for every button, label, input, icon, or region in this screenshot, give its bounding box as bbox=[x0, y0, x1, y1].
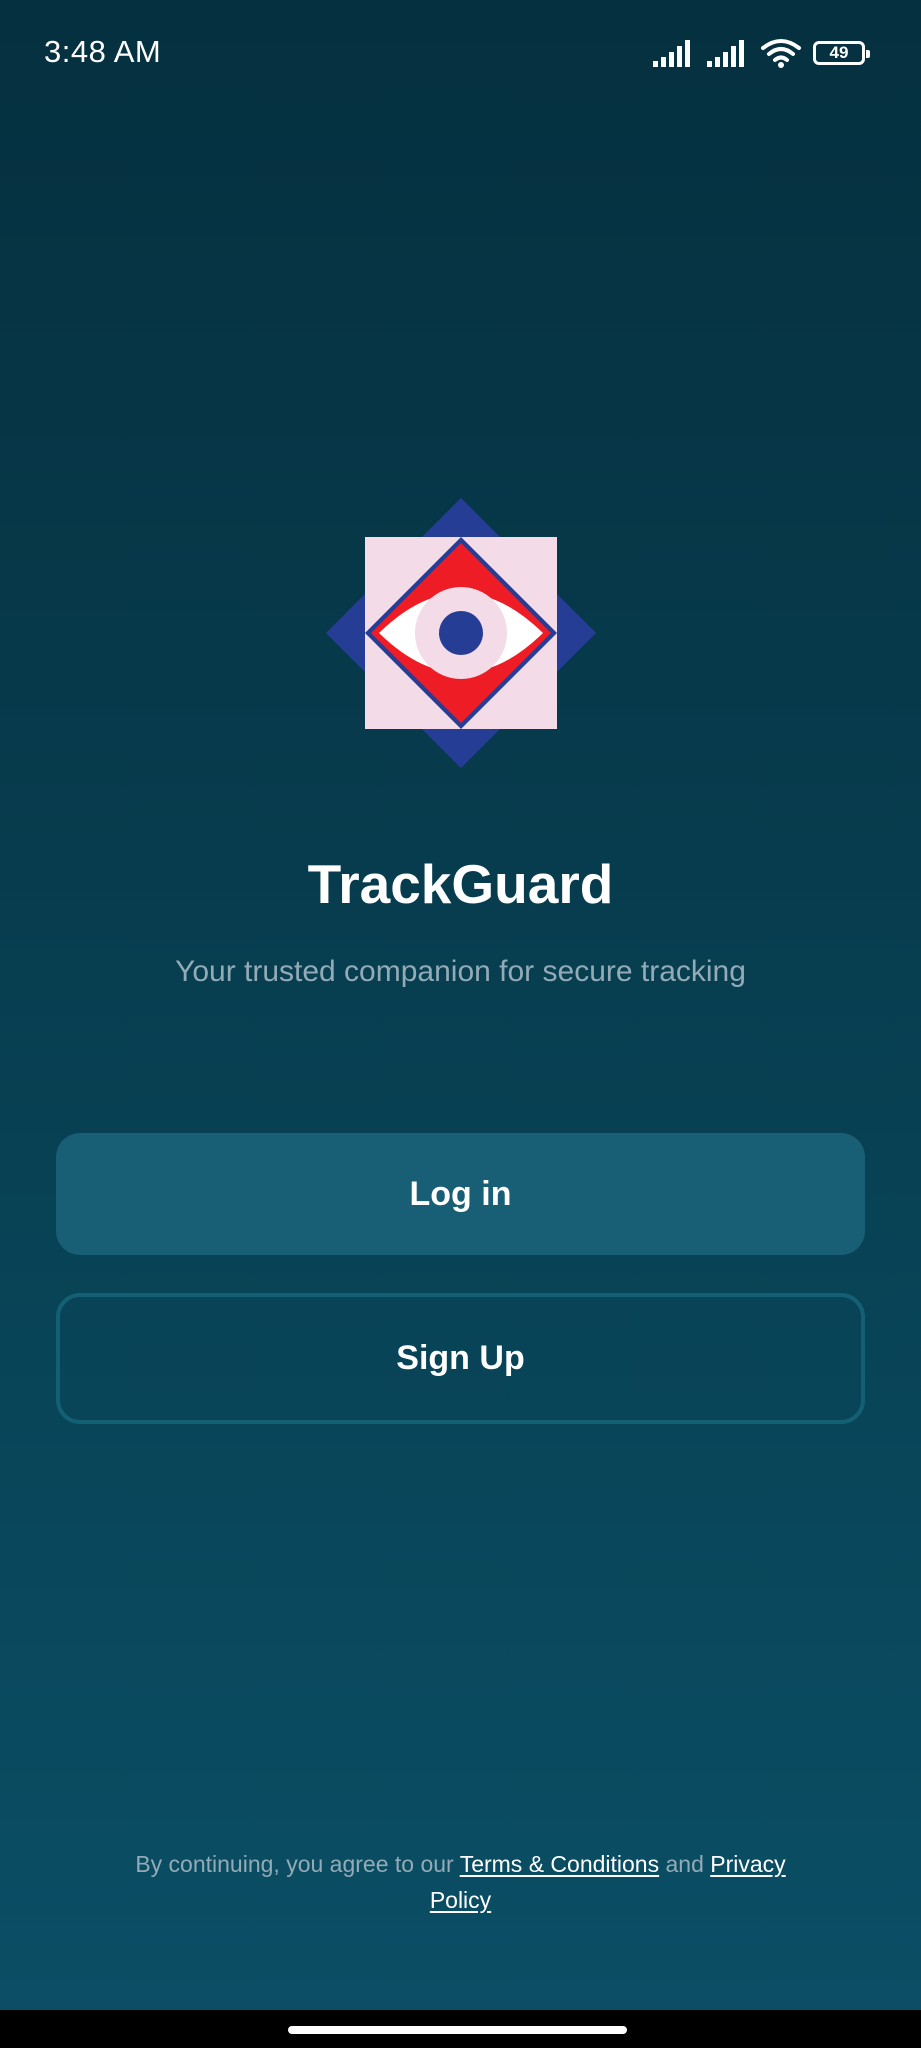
terms-link[interactable]: Terms & Conditions bbox=[460, 1851, 659, 1877]
status-icons: 49 bbox=[653, 36, 870, 70]
home-indicator[interactable] bbox=[288, 2026, 627, 2034]
legal-prefix: By continuing, you agree to our bbox=[135, 1851, 460, 1877]
legal-notice: By continuing, you agree to our Terms & … bbox=[110, 1846, 811, 1918]
status-time: 3:48 AM bbox=[44, 34, 162, 69]
app-tagline: Your trusted companion for secure tracki… bbox=[175, 955, 746, 988]
navigation-bar bbox=[0, 2010, 921, 2048]
signup-button[interactable]: Sign Up bbox=[56, 1293, 865, 1424]
login-button[interactable]: Log in bbox=[56, 1133, 865, 1255]
legal-middle: and bbox=[659, 1851, 711, 1877]
signal-icon bbox=[653, 40, 690, 67]
app-logo bbox=[326, 498, 596, 768]
wifi-icon bbox=[761, 39, 801, 68]
signal-icon bbox=[707, 40, 744, 67]
battery-icon: 49 bbox=[813, 41, 870, 65]
app-title: TrackGuard bbox=[307, 853, 614, 915]
eye-pupil bbox=[439, 611, 483, 655]
status-bar: 3:48 AM 49 bbox=[0, 0, 921, 105]
